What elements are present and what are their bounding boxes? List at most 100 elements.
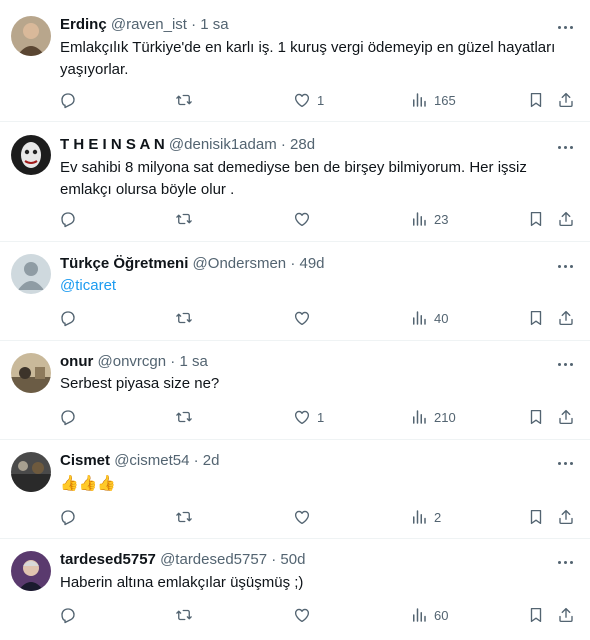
action-bar: 1 210 [0,407,590,427]
like-icon [294,608,310,623]
tweet-3[interactable]: Türkçe Öğretmeni @Ondersmen · 49d @ticar… [0,242,590,341]
more-icon[interactable] [554,256,576,276]
action-bar: 23 [0,209,590,229]
views-button[interactable]: 40 [410,308,448,328]
share-button[interactable] [557,407,575,427]
views-icon [413,311,426,325]
bookmark-button[interactable] [527,90,545,110]
share-button[interactable] [557,209,575,229]
bookmark-icon [530,509,542,525]
bookmark-button[interactable] [527,605,545,625]
more-icon[interactable] [554,354,576,374]
reply-button[interactable] [59,605,83,625]
user-handle[interactable]: @onvrcgn [98,353,167,370]
tweet-5[interactable]: Cismet @cismet54 · 2d 👍👍👍 2 [0,440,590,539]
display-name[interactable]: Cismet [60,452,110,469]
share-icon [559,509,573,525]
share-icon [559,92,573,108]
avatar[interactable] [11,452,51,492]
timestamp[interactable]: 28d [290,136,315,153]
display-name[interactable]: Erdinç [60,16,107,33]
timestamp[interactable]: 1 sa [179,353,207,370]
like-button[interactable] [293,507,317,527]
views-count: 23 [434,211,449,227]
tweet-header: Cismet @cismet54 · 2d [60,451,219,471]
share-icon [559,211,573,227]
reply-button[interactable] [59,407,83,427]
separator: · [280,136,286,153]
display-name[interactable]: tardesed5757 [60,551,156,568]
tweet-6[interactable]: tardesed5757 @tardesed5757 · 50d Haberin… [0,539,590,640]
retweet-button[interactable] [175,605,199,625]
views-button[interactable]: 2 [410,507,441,527]
more-icon[interactable] [554,552,576,572]
bookmark-icon [530,92,542,108]
tweet-header: onur @onvrcgn · 1 sa [60,352,208,372]
display-name[interactable]: T H E I N S A N [60,136,165,153]
bookmark-button[interactable] [527,507,545,527]
user-handle[interactable]: @cismet54 [114,452,189,469]
user-handle[interactable]: @denisik1adam [169,136,277,153]
like-button[interactable]: 1 [293,90,324,110]
user-handle[interactable]: @raven_ist [111,16,187,33]
tweet-text: Haberin altına emlakçılar üşüşmüş ;) [60,574,304,591]
avatar[interactable] [11,16,51,56]
like-icon [294,93,310,108]
action-bar: 1 165 [0,90,590,110]
retweet-button[interactable] [175,407,199,427]
retweet-button[interactable] [175,507,199,527]
user-handle[interactable]: @tardesed5757 [160,551,267,568]
timestamp[interactable]: 50d [280,551,305,568]
avatar[interactable] [11,551,51,591]
more-icon[interactable] [554,17,576,37]
share-button[interactable] [557,308,575,328]
avatar[interactable] [11,135,51,175]
share-button[interactable] [557,90,575,110]
timestamp[interactable]: 2d [203,452,220,469]
views-icon [413,93,426,107]
more-icon[interactable] [554,137,576,157]
share-button[interactable] [557,507,575,527]
reply-button[interactable] [59,209,83,229]
like-button[interactable] [293,308,317,328]
views-button[interactable]: 165 [410,90,456,110]
separator: · [193,452,199,469]
bookmark-button[interactable] [527,407,545,427]
retweet-button[interactable] [175,209,199,229]
reply-button[interactable] [59,90,83,110]
user-handle[interactable]: @Ondersmen [193,255,287,272]
reply-button[interactable] [59,507,83,527]
tweet-1[interactable]: Erdinç @raven_ist · 1 sa Emlakçılık Türk… [0,0,590,122]
views-icon [413,608,426,622]
retweet-icon [176,411,192,423]
retweet-button[interactable] [175,90,199,110]
views-count: 2 [434,509,442,525]
display-name[interactable]: onur [60,353,93,370]
more-icon[interactable] [554,453,576,473]
avatar[interactable] [11,254,51,294]
views-button[interactable]: 60 [410,605,448,625]
tweet-2[interactable]: T H E I N S A N @denisik1adam · 28d Ev s… [0,122,590,242]
like-button[interactable] [293,605,317,625]
like-button[interactable] [293,209,317,229]
like-button[interactable]: 1 [293,407,324,427]
tweet-4[interactable]: onur @onvrcgn · 1 sa Serbest piyasa size… [0,341,590,440]
timestamp[interactable]: 1 sa [200,16,228,33]
reply-icon [61,510,75,526]
mention-link[interactable]: @ticaret [60,275,570,297]
share-button[interactable] [557,605,575,625]
bookmark-button[interactable] [527,308,545,328]
reply-feed: Erdinç @raven_ist · 1 sa Emlakçılık Türk… [0,0,590,640]
action-bar: 40 [0,308,590,328]
display-name[interactable]: Türkçe Öğretmeni [60,255,188,272]
views-button[interactable]: 23 [410,209,448,229]
retweet-button[interactable] [175,308,199,328]
reply-button[interactable] [59,308,83,328]
avatar[interactable] [11,353,51,393]
views-count: 60 [434,607,449,623]
timestamp[interactable]: 49d [300,255,325,272]
views-button[interactable]: 210 [410,407,456,427]
views-count: 210 [434,409,456,425]
bookmark-button[interactable] [527,209,545,229]
bookmark-icon [530,409,542,425]
